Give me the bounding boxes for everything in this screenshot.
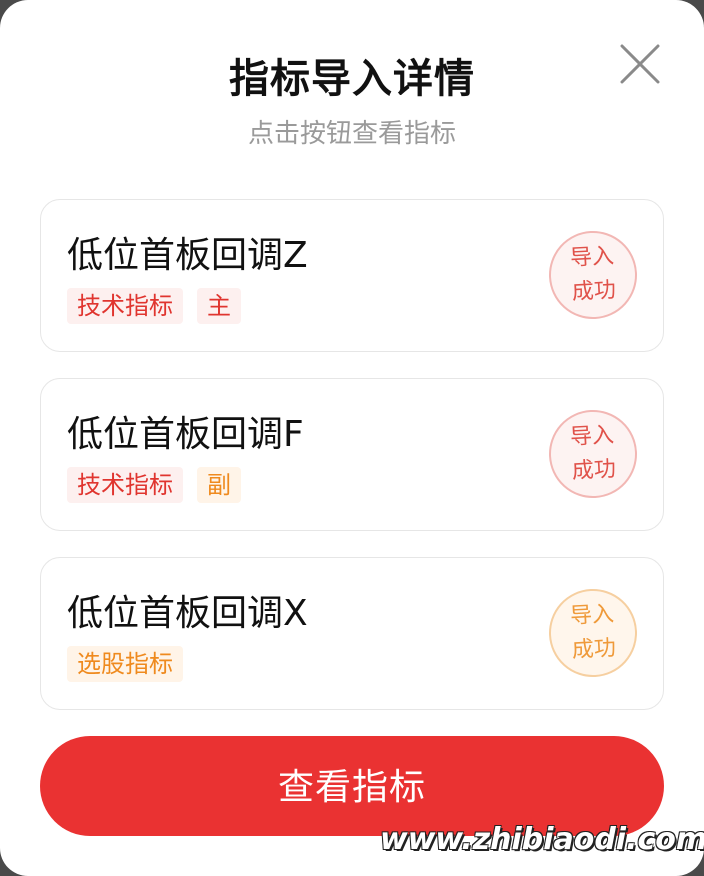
- indicator-name: 低位首板回调Z: [67, 235, 308, 276]
- stamp-line-2: 成功: [571, 277, 617, 306]
- stamp-line-1: 导入: [569, 243, 615, 272]
- tag-list: 选股指标: [67, 646, 183, 682]
- tag-sub: 副: [197, 467, 241, 503]
- tag-main: 主: [197, 288, 241, 324]
- dialog-title: 指标导入详情: [229, 56, 475, 102]
- dialog-subtitle: 点击按钮查看指标: [247, 119, 456, 149]
- indicator-name: 低位首板回调F: [67, 414, 304, 455]
- import-success-stamp: 导入 成功: [546, 228, 640, 322]
- view-indicators-button[interactable]: 查看指标: [40, 736, 664, 836]
- indicator-card: 低位首板回调X 选股指标 导入 成功: [40, 557, 664, 710]
- stamp-line-2: 成功: [571, 635, 617, 664]
- tag-stock-selection-indicator: 选股指标: [67, 646, 183, 682]
- tag-list: 技术指标 副: [67, 467, 241, 503]
- tag-technical-indicator: 技术指标: [67, 467, 183, 503]
- close-icon[interactable]: [618, 42, 662, 86]
- tag-technical-indicator: 技术指标: [67, 288, 183, 324]
- import-success-stamp: 导入 成功: [546, 407, 640, 501]
- stamp-line-1: 导入: [569, 422, 615, 451]
- tag-list: 技术指标 主: [67, 288, 241, 324]
- watermark-text: www.zhibiaodi.com: [380, 822, 704, 857]
- import-success-stamp: 导入 成功: [546, 586, 640, 680]
- indicator-name: 低位首板回调X: [67, 593, 308, 634]
- import-details-dialog: 指标导入详情 点击按钮查看指标 低位首板回调Z 技术指标 主 导入 成功 低位首…: [0, 0, 704, 876]
- stamp-line-1: 导入: [569, 601, 615, 630]
- indicator-card: 低位首板回调F 技术指标 副 导入 成功: [40, 378, 664, 531]
- stamp-line-2: 成功: [571, 456, 617, 485]
- indicator-card: 低位首板回调Z 技术指标 主 导入 成功: [40, 199, 664, 352]
